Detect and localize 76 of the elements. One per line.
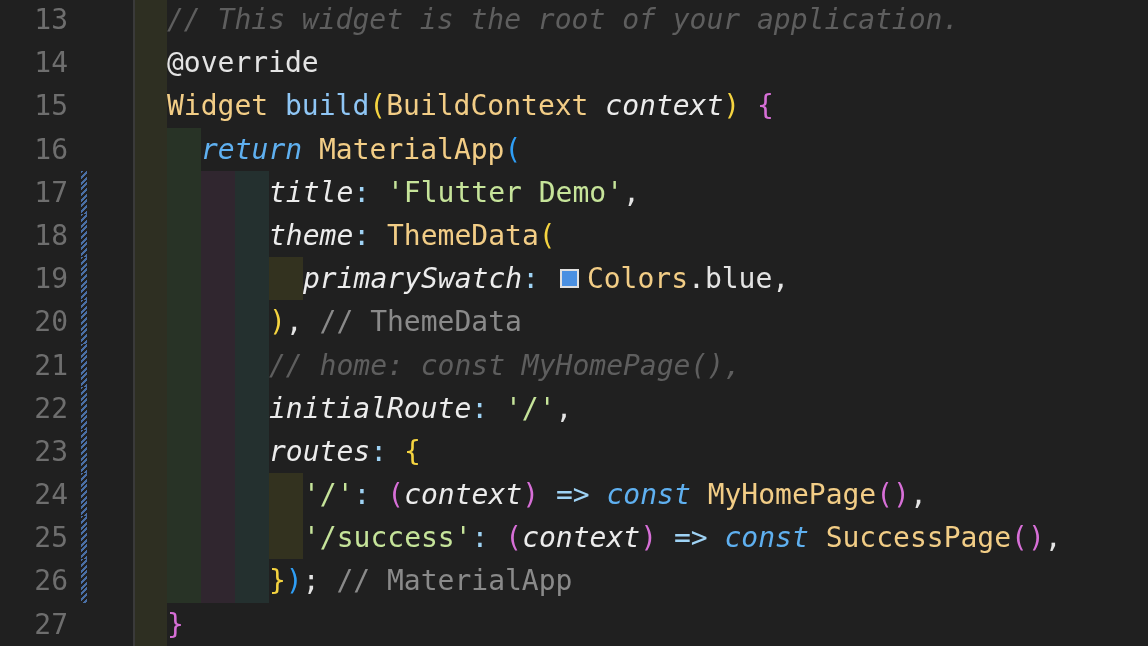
line-number: 27 [33, 606, 68, 643]
code-text: { [757, 88, 774, 125]
code-text: , [909, 477, 927, 514]
code-text: routes [269, 433, 371, 470]
code-text: ( [387, 477, 405, 514]
code-text: SuccessPage [825, 520, 1012, 557]
code-text: ( [369, 88, 387, 125]
code-text: '/success' [303, 520, 472, 557]
code-text: '/' [505, 390, 556, 427]
code-comment: // ThemeData [319, 304, 522, 341]
code-comment: // This widget is the root of your application. [167, 2, 960, 38]
code-text: ) [285, 563, 303, 600]
code-text: } [167, 606, 184, 643]
code-text: BuildContext [386, 88, 590, 125]
line-number: 16 [33, 131, 68, 168]
code-text: ) [522, 477, 540, 514]
line-number: 24 [33, 477, 68, 514]
code-text: => [672, 520, 709, 557]
code-text: ; [302, 563, 321, 600]
line-number: 15 [33, 88, 68, 125]
code-comment: // home: const MyHomePage(), [269, 347, 741, 384]
line-number: 14 [33, 45, 68, 82]
code-text: : [353, 477, 372, 514]
code-text: return [201, 131, 304, 168]
code-text: context [522, 520, 641, 557]
code-text: : [471, 390, 490, 427]
code-text: , [555, 390, 573, 427]
code-text: { [403, 433, 421, 470]
code-text: ( [504, 131, 522, 168]
code-text: => [554, 477, 591, 514]
code-text: primarySwatch [303, 261, 523, 298]
line-number: 13 [33, 2, 68, 38]
code-text: ThemeData [387, 217, 539, 254]
code-text: context [404, 477, 523, 514]
code-text: '/' [303, 477, 354, 514]
code-text: : [353, 217, 372, 254]
code-text: ) [723, 88, 742, 125]
code-text: context [605, 88, 724, 125]
code-text: Colors [586, 261, 689, 298]
code-text: : [353, 174, 372, 211]
code-text: () [1011, 520, 1045, 557]
line-number: 21 [33, 347, 68, 384]
line-number: 25 [33, 520, 68, 557]
code-text: ( [538, 217, 556, 254]
code-text: const [724, 520, 810, 557]
code-text: Widget [167, 88, 270, 125]
code-text: ) [640, 520, 658, 557]
code-text: title [269, 174, 354, 211]
line-number: 22 [33, 390, 68, 427]
code-text: ( [505, 520, 523, 557]
code-text: : [522, 261, 540, 298]
code-text: .blue, [688, 261, 790, 298]
code-text: () [876, 477, 910, 514]
code-text: initialRoute [269, 390, 472, 427]
code-text: , [623, 174, 640, 211]
line-number: 23 [33, 433, 68, 470]
code-text: , [1044, 520, 1062, 557]
code-text: theme [269, 217, 354, 254]
code-text: build [285, 88, 370, 125]
line-number: 18 [33, 217, 68, 254]
code-text: ) [269, 304, 286, 341]
line-number: 17 [33, 174, 68, 211]
line-number: 20 [33, 304, 68, 341]
line-number: 26 [33, 563, 68, 600]
code-text: } [269, 563, 286, 600]
code-text: MyHomePage [707, 477, 877, 514]
code-text: const [606, 477, 692, 514]
code-text: 'Flutter Demo' [387, 174, 624, 211]
code-text: , [285, 304, 304, 341]
code-text: MaterialApp [319, 131, 505, 168]
line-number: 19 [33, 261, 68, 298]
code-text: : [471, 520, 490, 557]
color-swatch[interactable] [559, 269, 579, 289]
code-comment: // MaterialApp [336, 563, 573, 600]
code-text: @override [167, 45, 319, 82]
code-text: : [370, 433, 388, 470]
